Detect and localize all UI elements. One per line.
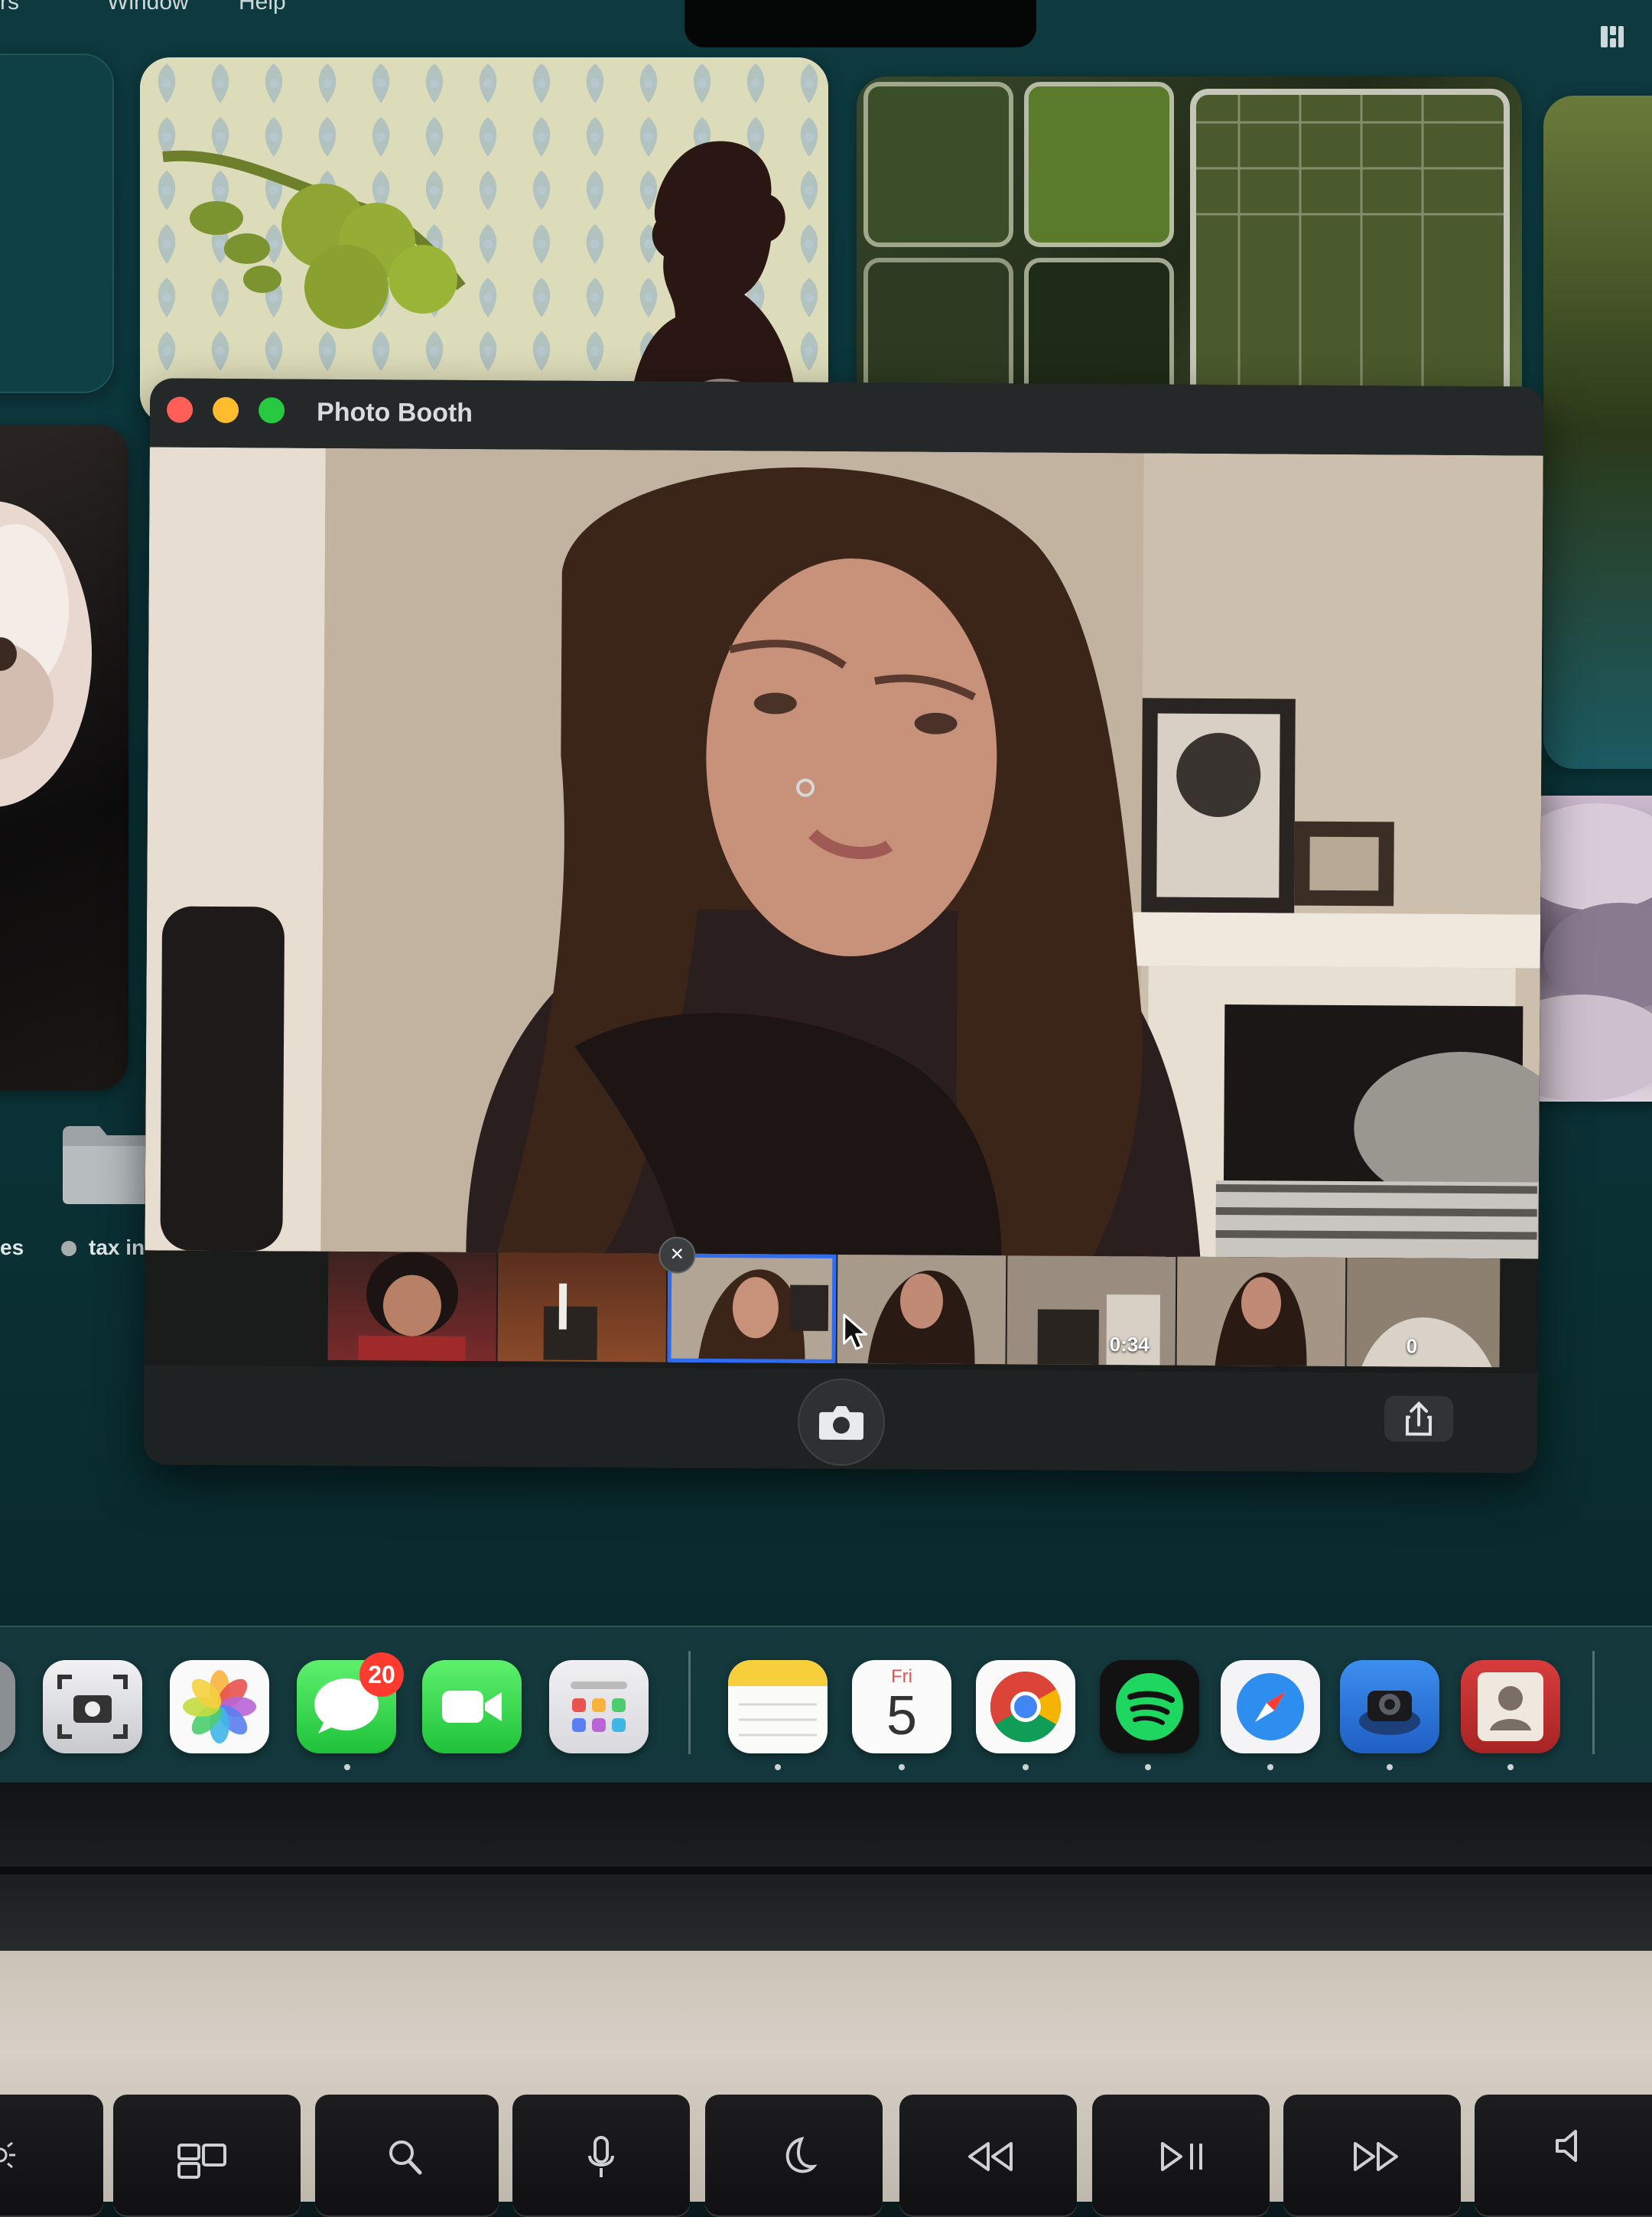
widget-flower-photo[interactable] <box>0 425 128 1090</box>
dock-separator <box>1592 1651 1595 1754</box>
dock-item-contacts[interactable] <box>1461 1660 1560 1753</box>
photo-booth-window[interactable]: Photo Booth × 0:34 0 <box>143 378 1544 1473</box>
dock-item-notes[interactable] <box>728 1660 828 1753</box>
dock-item-safari[interactable] <box>1221 1660 1320 1753</box>
dock-item-chrome[interactable] <box>976 1660 1075 1753</box>
dock-item-calendar[interactable]: Fri 5 <box>852 1660 951 1753</box>
safari-icon <box>1237 1673 1304 1740</box>
dock-item-launchpad[interactable] <box>549 1660 649 1753</box>
dock-item-photos[interactable] <box>170 1660 269 1753</box>
menubar-status-icon[interactable] <box>1598 23 1626 50</box>
running-indicator <box>1023 1764 1029 1770</box>
remove-photo-button[interactable]: × <box>659 1236 696 1274</box>
chrome-icon <box>990 1671 1062 1743</box>
widget-glass-photo[interactable] <box>857 77 1522 428</box>
glass-blocks-image <box>863 82 1510 424</box>
menu-item-window[interactable]: Window <box>107 0 189 15</box>
hinge <box>0 1867 1652 1874</box>
widget-plant-photo[interactable] <box>1543 96 1652 769</box>
tag-dot-icon <box>61 1241 76 1256</box>
desktop-label-tax-file[interactable]: tax in <box>89 1235 145 1260</box>
camera-notch <box>685 0 1036 47</box>
thumbnail[interactable] <box>327 1251 497 1362</box>
rewind-icon <box>968 2142 1013 2171</box>
close-button[interactable] <box>166 396 193 423</box>
photo-filmstrip: × 0:34 0 <box>144 1236 1539 1374</box>
spotify-icon <box>1116 1673 1183 1740</box>
thumbnail-image <box>1215 1272 1307 1366</box>
thumbnail-image <box>543 1283 597 1361</box>
menu-item-help[interactable]: Help <box>239 0 286 15</box>
zoom-button[interactable] <box>258 397 285 424</box>
video-duration-fragment: 0 <box>1406 1334 1418 1358</box>
fast-forward-icon <box>1354 2142 1398 2171</box>
mission-control-icon <box>177 2144 226 2179</box>
live-camera-image <box>145 447 1543 1259</box>
dock-item-partial[interactable] <box>0 1660 15 1753</box>
screenshot-icon <box>57 1675 128 1739</box>
take-photo-button[interactable] <box>797 1378 886 1467</box>
dock-item-spotify[interactable] <box>1100 1660 1199 1753</box>
thumbnail-image <box>1361 1317 1492 1368</box>
dock-item-photo-booth[interactable] <box>1340 1660 1439 1753</box>
dock-item-facetime[interactable] <box>422 1660 522 1753</box>
window-titlebar[interactable]: Photo Booth <box>149 378 1544 456</box>
notes-icon <box>728 1660 828 1737</box>
share-icon <box>1405 1401 1432 1436</box>
flower-image <box>0 501 92 807</box>
running-indicator <box>1267 1764 1273 1770</box>
thumbnail-video[interactable] <box>1346 1258 1501 1368</box>
focus-moon-icon <box>785 2137 817 2173</box>
thumbnail-selected[interactable] <box>667 1253 837 1363</box>
running-indicator <box>1387 1764 1393 1770</box>
photos-icon <box>183 1670 256 1743</box>
thumbnail-image <box>698 1269 829 1363</box>
volume-icon <box>1556 2130 1577 2162</box>
brightness-icon <box>0 2141 15 2169</box>
desktop-label-fragment[interactable]: es <box>0 1235 24 1260</box>
dictation-icon <box>588 2136 614 2177</box>
search-icon <box>389 2140 422 2175</box>
launchpad-icon <box>571 1681 627 1732</box>
messages-badge: 20 <box>359 1652 404 1697</box>
minimize-button[interactable] <box>212 396 239 424</box>
running-indicator <box>1507 1764 1514 1770</box>
running-indicator <box>775 1764 781 1770</box>
calendar-date-label: 5 <box>886 1685 918 1747</box>
mouse-cursor-icon <box>843 1314 868 1350</box>
mac-screen: rs Window Help es tax in Photo Booth × 0… <box>0 0 1652 1782</box>
dock-separator <box>688 1651 691 1754</box>
running-indicator <box>344 1764 350 1770</box>
window-title: Photo Booth <box>316 397 473 428</box>
thumbnail-image <box>1037 1294 1161 1366</box>
camera-preview <box>145 447 1543 1259</box>
photobooth-icon <box>1359 1691 1420 1735</box>
thumbnail[interactable] <box>497 1252 667 1362</box>
play-pause-icon <box>1161 2142 1202 2171</box>
menu-item-fragment[interactable]: rs <box>0 0 19 15</box>
widget-wallpaper-art[interactable] <box>140 57 828 425</box>
dock-item-screenshot[interactable] <box>43 1660 142 1753</box>
video-duration-label: 0:34 <box>1109 1333 1150 1356</box>
silhouette-art <box>140 57 828 425</box>
thumbnail-image <box>358 1252 466 1362</box>
widget-left-top[interactable] <box>0 54 114 393</box>
running-indicator <box>1145 1764 1151 1770</box>
window-controls-bar <box>143 1365 1538 1473</box>
share-button[interactable] <box>1384 1395 1454 1442</box>
facetime-icon <box>442 1691 502 1723</box>
running-indicator <box>899 1764 905 1770</box>
thumbnail[interactable] <box>1176 1256 1346 1367</box>
camera-icon <box>818 1405 864 1441</box>
thumbnail-video[interactable] <box>1006 1255 1176 1366</box>
contacts-icon <box>1478 1672 1543 1741</box>
